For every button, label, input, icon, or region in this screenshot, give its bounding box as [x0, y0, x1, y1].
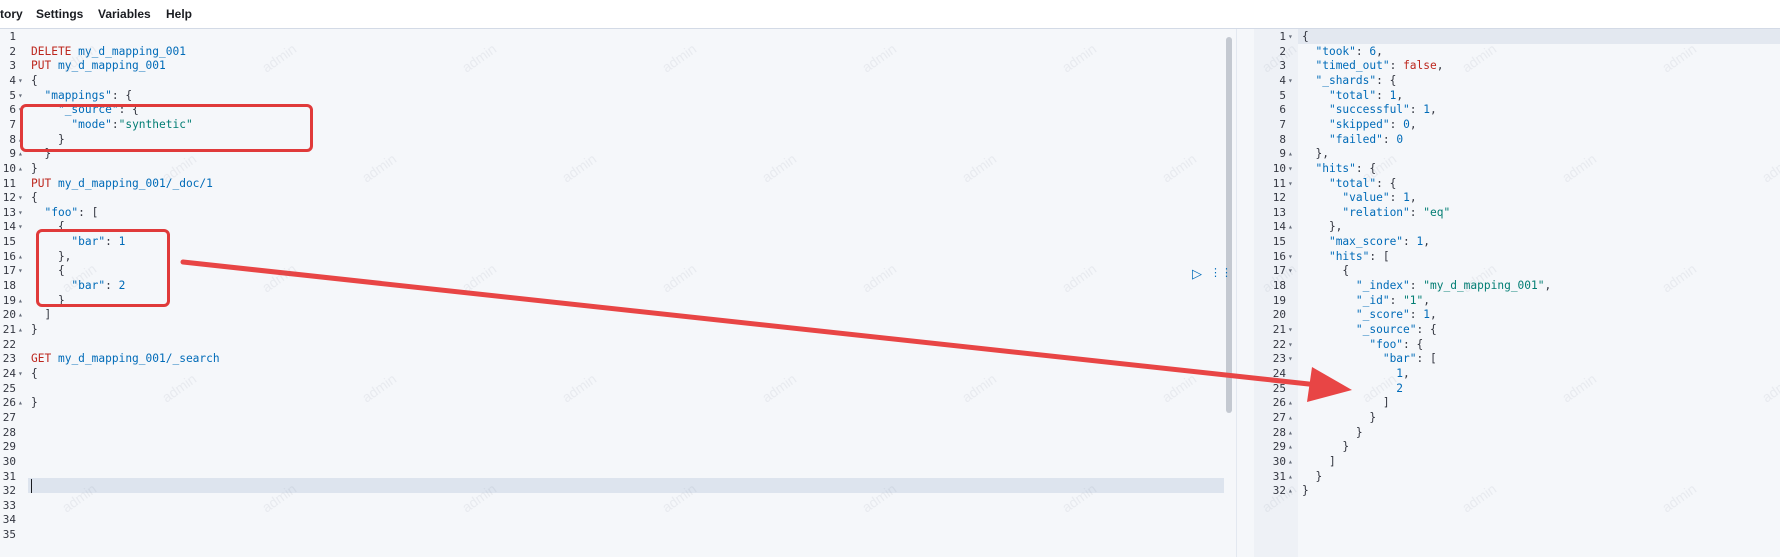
annotation-arrow [180, 259, 1352, 402]
annotation-arrow-shaft [180, 259, 1321, 388]
annotation-arrow-head [1307, 367, 1352, 402]
